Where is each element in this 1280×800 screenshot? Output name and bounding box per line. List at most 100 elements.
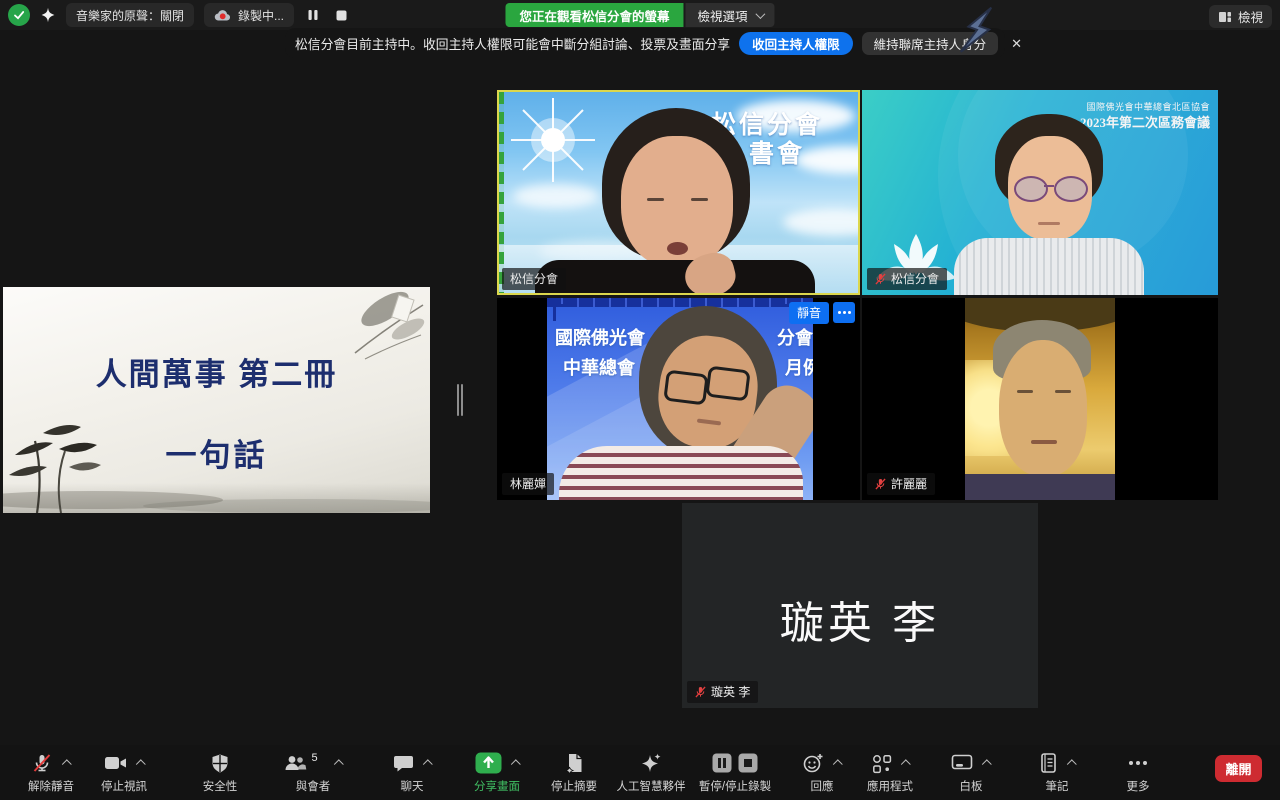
whiteboard-label: 白板 [936, 778, 1006, 794]
ai-companion-icon [640, 752, 662, 774]
chevron-up-icon[interactable] [1067, 759, 1077, 769]
pause-stop-recording-label: 暫停/停止錄製 [692, 778, 778, 794]
view-options-button[interactable]: 檢視選項 [686, 3, 775, 27]
reclaim-host-button[interactable]: 收回主持人權限 [739, 32, 853, 55]
more-button[interactable]: 更多 [1108, 751, 1168, 794]
apps-icon [871, 753, 892, 774]
sun-icon [507, 94, 599, 186]
share-screen-button[interactable]: 分享畫面 [458, 751, 536, 794]
ai-sparkle-icon[interactable] [40, 7, 56, 23]
more-dots-icon [1127, 752, 1149, 774]
watching-banner-text: 您正在觀看松信分會的螢幕 [519, 6, 669, 25]
video-tile-li[interactable]: 璇英 李 璇英 李 [682, 503, 1038, 708]
close-icon[interactable]: ✕ [1011, 37, 1022, 50]
share-screen-icon [475, 752, 502, 774]
topbar-left-cluster: 音樂家的原聲：關閉 錄製中... [8, 3, 350, 27]
summary-document-icon [564, 752, 585, 774]
mute-button[interactable]: 靜音 [789, 302, 829, 324]
layout-grid-icon [1218, 10, 1232, 24]
watching-screen-banner: 您正在觀看松信分會的螢幕 [505, 3, 683, 27]
chevron-up-icon[interactable] [900, 759, 910, 769]
meander-corner [553, 304, 576, 321]
muted-mic-icon [875, 478, 886, 490]
participant-video [965, 298, 1115, 500]
chevron-up-icon[interactable] [510, 759, 520, 769]
stop-icon[interactable] [738, 753, 758, 773]
stop-recording-icon[interactable] [332, 6, 350, 24]
shared-screen-view: 人間萬事 第二冊 一句話 [3, 287, 430, 513]
participant-name-tag: 松信分會 [502, 268, 566, 290]
chevron-up-icon[interactable] [422, 759, 432, 769]
share-screen-label: 分享畫面 [458, 778, 536, 794]
stop-summary-label: 停止摘要 [541, 778, 607, 794]
recording-indicator: 錄製中... [204, 3, 294, 27]
background-text-right2: 月例 [785, 354, 813, 380]
more-label: 更多 [1108, 778, 1168, 794]
virtual-background-sky: 松信分會 書會 [499, 92, 858, 293]
security-label: 安全性 [190, 778, 250, 794]
chat-button[interactable]: 聊天 [376, 751, 448, 794]
more-options-button[interactable] [833, 302, 855, 323]
pause-icon[interactable] [712, 753, 732, 773]
chevron-up-icon[interactable] [333, 759, 343, 769]
ink-painting-decoration [3, 287, 430, 513]
chevron-up-icon[interactable] [833, 759, 843, 769]
cloud [513, 184, 599, 208]
notification-message: 松信分會目前主持中。收回主持人權限可能會中斷分組討論、投票及畫面分享 [295, 34, 730, 53]
stop-video-button[interactable]: 停止視訊 [84, 751, 164, 794]
video-tile-lin[interactable]: 國際佛光會 中華總會 分會 月例 靜音 林麗嬋 [497, 298, 860, 500]
muted-mic-icon [695, 686, 706, 698]
topbar-center-cluster: 您正在觀看松信分會的螢幕 檢視選項 [505, 3, 774, 27]
shield-icon [210, 753, 230, 774]
pause-recording-icon[interactable] [304, 6, 322, 24]
cloud [783, 208, 858, 236]
video-tile-speaker[interactable]: 松信分會 書會 松信分會 [497, 90, 860, 295]
whiteboard-button[interactable]: 白板 [936, 751, 1006, 794]
ai-companion-button[interactable]: 人工智慧夥伴 [606, 751, 696, 794]
unmute-label: 解除靜音 [8, 778, 94, 794]
chevron-up-icon[interactable] [982, 759, 992, 769]
background-text-line2: 書會 [749, 134, 805, 170]
chat-bubble-icon [393, 753, 414, 773]
chevron-down-icon [755, 9, 765, 19]
reactions-label: 回應 [786, 778, 858, 794]
video-tile-xu[interactable]: 許麗麗 [862, 298, 1218, 500]
video-tile-cohost[interactable]: 國際佛光會中華總會北區協會 2023年第二次區務會議 [862, 90, 1218, 295]
original-sound-toggle[interactable]: 音樂家的原聲：關閉 [66, 3, 194, 27]
stop-summary-button[interactable]: 停止摘要 [541, 751, 607, 794]
participant-name: 松信分會 [891, 270, 939, 287]
chevron-up-icon[interactable] [62, 759, 72, 769]
security-button[interactable]: 安全性 [190, 751, 250, 794]
notes-icon [1038, 752, 1058, 774]
host-control-notification: 松信分會目前主持中。收回主持人權限可能會中斷分組討論、投票及畫面分享 收回主持人… [285, 28, 1005, 58]
background-text-left2: 中華總會 [563, 354, 635, 380]
unmute-button[interactable]: 解除靜音 [8, 751, 94, 794]
green-screen-artifact [499, 92, 504, 293]
apps-label: 應用程式 [855, 778, 925, 794]
meeting-topbar: 音樂家的原聲：關閉 錄製中... 您正在觀看松信分會的螢幕 檢視選項 [0, 0, 1280, 30]
participants-label: 與會者 [272, 778, 354, 794]
layout-divider-handle[interactable] [457, 384, 467, 416]
view-layout-button[interactable]: 檢視 [1209, 5, 1272, 28]
leave-meeting-button[interactable]: 離開 [1215, 755, 1262, 782]
participants-count-badge: 5 [311, 752, 317, 764]
topbar-right-cluster: 檢視 [1209, 5, 1272, 28]
notes-label: 筆記 [1022, 778, 1092, 794]
participant-name: 璇英 李 [711, 683, 750, 700]
participants-button[interactable]: 5 與會者 [272, 751, 354, 794]
recording-label: 錄製中... [238, 7, 284, 24]
chevron-up-icon[interactable] [135, 759, 145, 769]
org-line2: 2023年第二次區務會議 [1080, 112, 1210, 131]
apps-button[interactable]: 應用程式 [855, 751, 925, 794]
participant-name-tag: 松信分會 [867, 268, 947, 290]
meeting-security-icon[interactable] [8, 4, 30, 26]
reactions-smiley-icon [802, 752, 824, 774]
reactions-button[interactable]: 回應 [786, 751, 858, 794]
pause-stop-recording-button[interactable]: 暫停/停止錄製 [692, 751, 778, 794]
view-button-label: 檢視 [1238, 7, 1263, 26]
ai-companion-label: 人工智慧夥伴 [606, 778, 696, 794]
zoom-meeting-window: 音樂家的原聲：關閉 錄製中... 您正在觀看松信分會的螢幕 檢視選項 [0, 0, 1280, 800]
chat-label: 聊天 [376, 778, 448, 794]
watermark-logo [958, 4, 998, 56]
notes-button[interactable]: 筆記 [1022, 751, 1092, 794]
